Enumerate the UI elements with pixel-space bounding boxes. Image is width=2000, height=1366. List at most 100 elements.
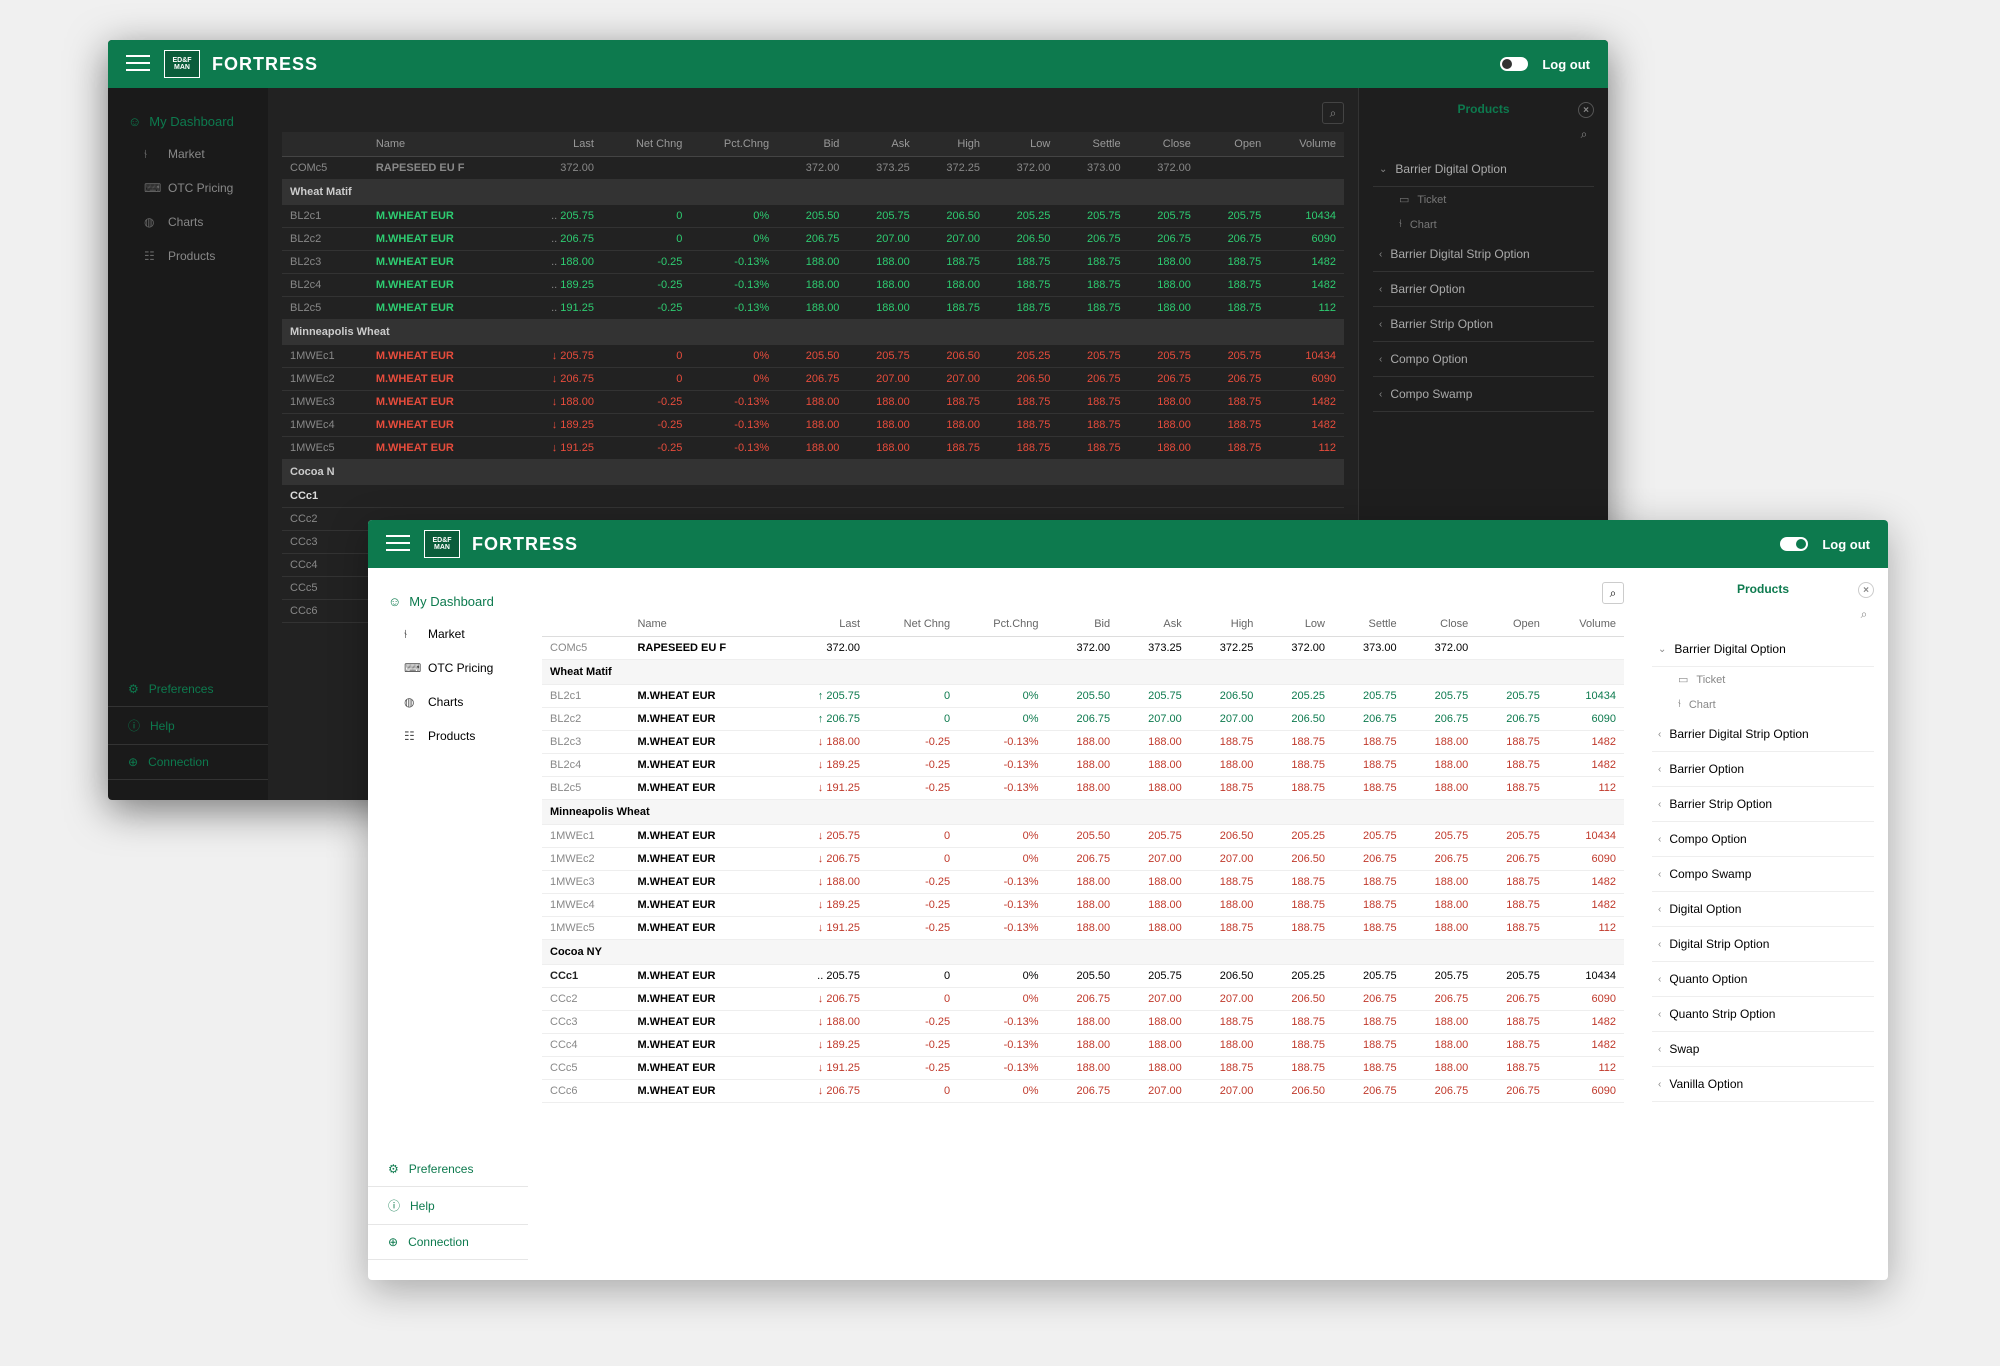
sidebar-bottom-preferences[interactable]: ⚙Preferences [368,1152,528,1187]
sidebar-item-charts[interactable]: ◍Charts [368,685,528,719]
column-header[interactable]: Net Chng [602,132,690,157]
table-row[interactable]: 1MWEc3M.WHEAT EUR↓ 188.00-0.25-0.13%188.… [542,871,1624,894]
table-group-header[interactable]: Wheat Matif [542,660,1624,685]
column-header[interactable]: Pct.Chng [958,612,1046,637]
product-item[interactable]: ‹Quanto Option [1652,962,1874,997]
search-icon[interactable]: ⌕ [1322,102,1344,124]
product-sub-ticket[interactable]: ▭Ticket [1373,187,1594,212]
product-item[interactable]: ‹Barrier Digital Strip Option [1373,237,1594,272]
table-row[interactable]: BL2c3M.WHEAT EUR↓ 188.00-0.25-0.13%188.0… [542,731,1624,754]
sidebar-bottom-help[interactable]: ⓘHelp [108,707,268,745]
column-header[interactable]: Name [629,612,780,637]
product-sub-chart[interactable]: ⫮Chart [1652,692,1874,717]
column-header[interactable]: Ask [847,132,917,157]
product-item[interactable]: ‹Compo Swamp [1373,377,1594,412]
theme-toggle[interactable] [1500,57,1528,71]
table-row[interactable]: BL2c1M.WHEAT EUR↑ 205.7500%205.50205.752… [542,685,1624,708]
table-row[interactable]: BL2c1M.WHEAT EUR.. 205.7500%205.50205.75… [282,205,1344,228]
table-row[interactable]: 1MWEc5M.WHEAT EUR↓ 191.25-0.25-0.13%188.… [282,437,1344,460]
column-header[interactable]: Last [516,132,602,157]
column-header[interactable]: High [918,132,988,157]
column-header[interactable]: Ask [1118,612,1190,637]
table-row[interactable]: BL2c2M.WHEAT EUR↑ 206.7500%206.75207.002… [542,708,1624,731]
product-item[interactable]: ‹Swap [1652,1032,1874,1067]
product-item[interactable]: ‹Compo Swamp [1652,857,1874,892]
column-header[interactable]: Low [1261,612,1333,637]
theme-toggle[interactable] [1780,537,1808,551]
hamburger-icon[interactable] [386,535,410,553]
table-row[interactable]: CCc2M.WHEAT EUR↓ 206.7500%206.75207.0020… [542,988,1624,1011]
table-row[interactable]: 1MWEc4M.WHEAT EUR↓ 189.25-0.25-0.13%188.… [542,894,1624,917]
product-item[interactable]: ‹Compo Option [1373,342,1594,377]
sidebar-bottom-help[interactable]: ⓘHelp [368,1187,528,1225]
sidebar-bottom-connection[interactable]: ⊕Connection [368,1225,528,1260]
product-item[interactable]: ‹Barrier Option [1652,752,1874,787]
column-header[interactable]: Net Chng [868,612,958,637]
column-header[interactable]: Pct.Chng [690,132,777,157]
table-row[interactable]: CCc5M.WHEAT EUR↓ 191.25-0.25-0.13%188.00… [542,1057,1624,1080]
table-row[interactable]: CCc6M.WHEAT EUR↓ 206.7500%206.75207.0020… [542,1080,1624,1103]
table-group-header[interactable]: Cocoa N [282,460,1344,485]
table-row[interactable]: BL2c4M.WHEAT EUR↓ 189.25-0.25-0.13%188.0… [542,754,1624,777]
column-header[interactable]: Settle [1058,132,1128,157]
close-icon[interactable]: × [1578,102,1594,118]
product-item[interactable]: ‹Barrier Digital Strip Option [1652,717,1874,752]
column-header[interactable]: Volume [1269,132,1344,157]
table-row[interactable]: BL2c4M.WHEAT EUR.. 189.25-0.25-0.13%188.… [282,274,1344,297]
product-item[interactable]: ‹Digital Option [1652,892,1874,927]
table-row[interactable]: 1MWEc2M.WHEAT EUR↓ 206.7500%206.75207.00… [282,368,1344,391]
product-item[interactable]: ‹Compo Option [1652,822,1874,857]
table-row[interactable]: BL2c3M.WHEAT EUR.. 188.00-0.25-0.13%188.… [282,251,1344,274]
sidebar-dashboard[interactable]: ☺My Dashboard [108,106,268,137]
table-row[interactable]: BL2c5M.WHEAT EUR.. 191.25-0.25-0.13%188.… [282,297,1344,320]
column-header[interactable]: Open [1476,612,1548,637]
product-item[interactable]: ‹Barrier Option [1373,272,1594,307]
logout-link[interactable]: Log out [1542,57,1590,72]
table-group-header[interactable]: Minneapolis Wheat [282,320,1344,345]
table-row[interactable]: BL2c5M.WHEAT EUR↓ 191.25-0.25-0.13%188.0… [542,777,1624,800]
table-row[interactable]: COMc5RAPESEED EU F372.00372.00373.25372.… [282,157,1344,180]
product-item[interactable]: ‹Digital Strip Option [1652,927,1874,962]
product-sub-ticket[interactable]: ▭Ticket [1652,667,1874,692]
product-item[interactable]: ‹Barrier Strip Option [1652,787,1874,822]
table-group-header[interactable]: Cocoa NY [542,940,1624,965]
sidebar-item-charts[interactable]: ◍Charts [108,205,268,239]
column-header[interactable]: Volume [1548,612,1624,637]
sidebar-item-otc-pricing[interactable]: ⌨OTC Pricing [368,651,528,685]
sidebar-bottom-connection[interactable]: ⊕Connection [108,745,268,780]
table-row[interactable]: 1MWEc1M.WHEAT EUR↓ 205.7500%205.50205.75… [542,825,1624,848]
hamburger-icon[interactable] [126,55,150,73]
table-row[interactable]: 1MWEc5M.WHEAT EUR↓ 191.25-0.25-0.13%188.… [542,917,1624,940]
column-header[interactable]: Settle [1333,612,1405,637]
search-icon[interactable]: ⌕ [1574,124,1594,144]
table-group-header[interactable]: Wheat Matif [282,180,1344,205]
sidebar-bottom-preferences[interactable]: ⚙Preferences [108,672,268,707]
column-header[interactable]: Open [1199,132,1269,157]
table-group-header[interactable]: Minneapolis Wheat [542,800,1624,825]
product-item[interactable]: ‹Barrier Strip Option [1373,307,1594,342]
sidebar-item-products[interactable]: ☷Products [108,239,268,273]
column-header[interactable]: Bid [1047,612,1119,637]
column-header[interactable]: Low [988,132,1058,157]
column-header[interactable]: Close [1405,612,1477,637]
sidebar-item-market[interactable]: ⫮Market [108,137,268,171]
product-sub-chart[interactable]: ⫮Chart [1373,212,1594,237]
table-row[interactable]: CCc4M.WHEAT EUR↓ 189.25-0.25-0.13%188.00… [542,1034,1624,1057]
table-row[interactable]: BL2c2M.WHEAT EUR.. 206.7500%206.75207.00… [282,228,1344,251]
sidebar-dashboard[interactable]: ☺My Dashboard [368,586,528,617]
product-item-expanded[interactable]: ⌄Barrier Digital Option [1373,152,1594,187]
product-item[interactable]: ‹Vanilla Option [1652,1067,1874,1102]
column-header[interactable]: Name [368,132,516,157]
table-row[interactable]: 1MWEc2M.WHEAT EUR↓ 206.7500%206.75207.00… [542,848,1624,871]
table-row[interactable]: CCc1M.WHEAT EUR.. 205.7500%205.50205.752… [542,965,1624,988]
column-header[interactable]: Close [1129,132,1199,157]
column-header[interactable]: Bid [777,132,847,157]
search-icon[interactable]: ⌕ [1602,582,1624,604]
table-row[interactable]: CCc1 [282,485,1344,508]
logout-link[interactable]: Log out [1822,537,1870,552]
product-item[interactable]: ‹Quanto Strip Option [1652,997,1874,1032]
table-row[interactable]: CCc3M.WHEAT EUR↓ 188.00-0.25-0.13%188.00… [542,1011,1624,1034]
sidebar-item-otc-pricing[interactable]: ⌨OTC Pricing [108,171,268,205]
table-row[interactable]: COMc5RAPESEED EU F372.00372.00373.25372.… [542,637,1624,660]
product-item-expanded[interactable]: ⌄Barrier Digital Option [1652,632,1874,667]
